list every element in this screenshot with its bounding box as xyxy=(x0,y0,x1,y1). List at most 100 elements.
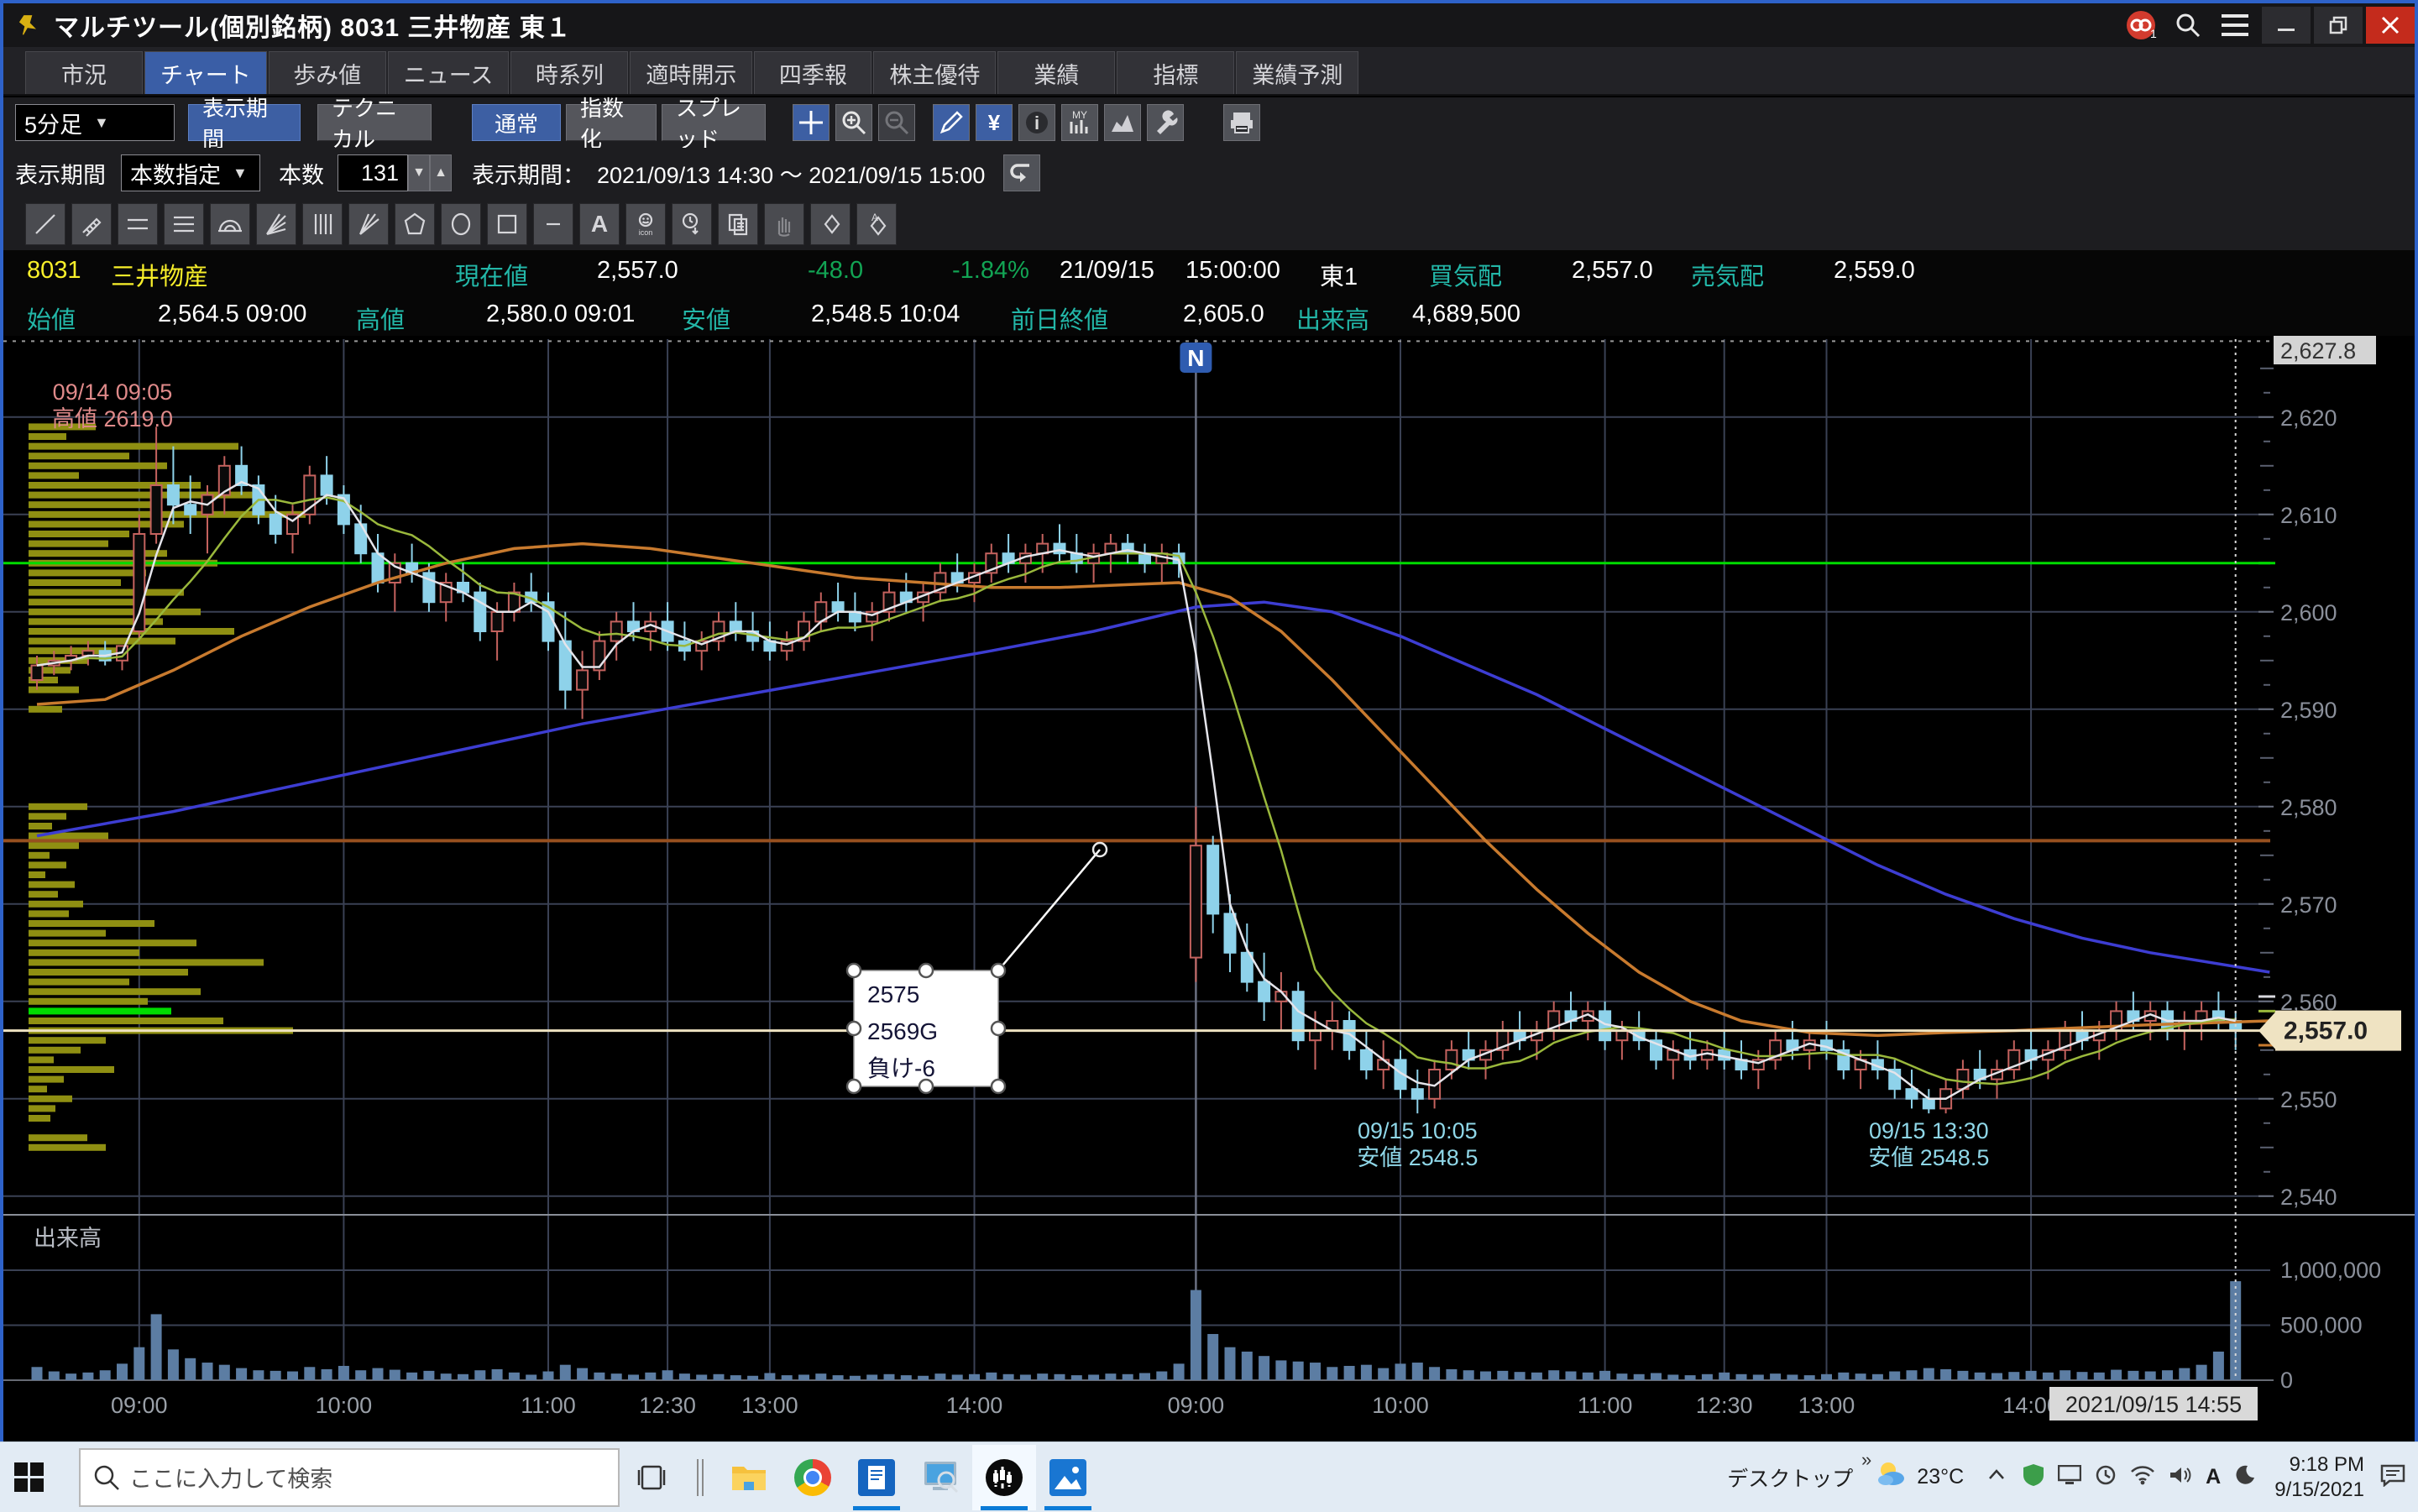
file-explorer-icon[interactable] xyxy=(717,1445,781,1510)
pentagon-icon[interactable] xyxy=(395,203,435,245)
trading-app-icon[interactable] xyxy=(972,1445,1036,1510)
svg-text:MY: MY xyxy=(1072,109,1087,121)
eraser-all-icon[interactable]: A xyxy=(856,203,897,245)
quote-date: 21/09/15 xyxy=(1060,257,1154,285)
count-increment-button[interactable]: ▲ xyxy=(430,154,452,191)
icon-stamp-icon[interactable]: icon xyxy=(625,203,666,245)
tab-業績予測[interactable]: 業績予測 xyxy=(1236,51,1358,94)
desktop-toolbar[interactable]: » デスクトップ xyxy=(1727,1462,1853,1493)
tab-適時開示[interactable]: 適時開示 xyxy=(630,51,752,94)
ellipse-icon[interactable] xyxy=(441,203,481,245)
task-view-icon[interactable] xyxy=(620,1445,683,1510)
two-hlines-icon[interactable] xyxy=(118,203,158,245)
print-icon[interactable] xyxy=(1223,104,1260,141)
yen-icon[interactable]: ¥ xyxy=(976,104,1013,141)
tab-ニュース[interactable]: ニュース xyxy=(388,51,510,94)
zoom-in-icon[interactable] xyxy=(835,104,872,141)
ma-line-long xyxy=(37,602,2269,972)
close-button[interactable] xyxy=(2366,7,2415,44)
three-hlines-icon[interactable] xyxy=(164,203,204,245)
tab-チャート[interactable]: チャート xyxy=(144,51,267,94)
copy-icon[interactable] xyxy=(718,203,758,245)
photos-app-icon[interactable] xyxy=(1036,1445,1100,1510)
interval-dropdown[interactable]: 5分足▼ xyxy=(15,104,175,141)
area-chart-icon[interactable] xyxy=(1104,104,1141,141)
fan-lines-icon[interactable] xyxy=(256,203,296,245)
hline-segment-icon[interactable] xyxy=(533,203,573,245)
volume-icon[interactable] xyxy=(2169,1465,2192,1489)
wifi-icon[interactable] xyxy=(2130,1465,2155,1489)
fibonacci-arc-icon[interactable] xyxy=(210,203,250,245)
temperature-label[interactable]: 23°C xyxy=(1917,1465,1964,1489)
restore-button[interactable] xyxy=(2314,7,2363,44)
sync-icon[interactable] xyxy=(2095,1464,2117,1490)
prev-close-price: 2,605.0 xyxy=(1183,301,1264,328)
chevron-down-icon: ▼ xyxy=(233,165,248,182)
svg-text:2,540: 2,540 xyxy=(2280,1185,2337,1210)
technical-button[interactable]: テクニカル xyxy=(317,104,432,141)
link-group-icon[interactable]: 1 xyxy=(2122,8,2159,42)
search-icon[interactable] xyxy=(2169,8,2206,42)
tab-市況[interactable]: 市況 xyxy=(25,51,143,94)
pitchfork-icon[interactable] xyxy=(348,203,389,245)
price-chart[interactable]: 2,6202,6102,6002,5902,5802,5702,5602,550… xyxy=(3,336,2415,1441)
wrench-icon[interactable] xyxy=(1147,104,1184,141)
tab-業績[interactable]: 業績 xyxy=(997,51,1115,94)
tab-歩み値[interactable]: 歩み値 xyxy=(269,51,386,94)
hidden-icons-chevron[interactable] xyxy=(1986,1464,2007,1490)
crayon-icon[interactable] xyxy=(71,203,112,245)
ma-line-fast xyxy=(37,482,2236,1099)
eraser-icon[interactable] xyxy=(810,203,850,245)
ime-mode-indicator[interactable]: A xyxy=(2206,1465,2221,1489)
active-indicator xyxy=(981,1506,1028,1510)
svg-text:14:00: 14:00 xyxy=(946,1393,1003,1418)
count-input[interactable]: 131 xyxy=(338,154,408,191)
crosshair-icon[interactable] xyxy=(793,104,830,141)
news-badge[interactable]: N xyxy=(1180,343,1212,373)
spread-button[interactable]: スプレッド xyxy=(662,104,766,141)
start-button[interactable] xyxy=(0,1445,59,1510)
minimize-button[interactable] xyxy=(2262,7,2311,44)
taskbar-search-input[interactable]: ここに入力して検索 xyxy=(79,1448,620,1507)
stock-name: 三井物産 xyxy=(111,257,208,292)
tab-指標[interactable]: 指標 xyxy=(1117,51,1234,94)
menu-icon[interactable] xyxy=(2216,8,2253,42)
shield-icon[interactable] xyxy=(2023,1463,2044,1491)
svg-text:2569G: 2569G xyxy=(867,1018,938,1044)
chart-area[interactable]: 2,6202,6102,6002,5902,5802,5702,5602,550… xyxy=(3,336,2415,1441)
rectangle-icon[interactable] xyxy=(487,203,527,245)
indexed-button[interactable]: 指数化 xyxy=(566,104,657,141)
chevron-double-icon[interactable]: » xyxy=(1861,1449,1871,1471)
vlines-icon[interactable] xyxy=(302,203,343,245)
svg-text:負け-6: 負け-6 xyxy=(867,1055,935,1081)
pencil-icon[interactable] xyxy=(933,104,970,141)
display-period-button[interactable]: 表示期間 xyxy=(188,104,301,141)
news-app-icon[interactable] xyxy=(845,1445,908,1510)
info-icon[interactable]: i xyxy=(1018,104,1055,141)
weather-icon[interactable] xyxy=(1875,1458,1908,1496)
my-chart-icon[interactable]: MY xyxy=(1061,104,1098,141)
notification-center-icon[interactable] xyxy=(2379,1463,2406,1491)
zoom-out-icon[interactable] xyxy=(878,104,915,141)
text-note-annotation[interactable]: 25752569G負け-6 xyxy=(847,843,1107,1093)
tab-時系列[interactable]: 時系列 xyxy=(510,51,628,94)
display-icon[interactable] xyxy=(2058,1465,2081,1489)
text-icon[interactable]: A xyxy=(579,203,620,245)
svg-text:2,580: 2,580 xyxy=(2280,795,2337,820)
tab-株主優待[interactable]: 株主優待 xyxy=(873,51,996,94)
time-arrow-icon[interactable] xyxy=(672,203,712,245)
tab-四季報[interactable]: 四季報 xyxy=(754,51,871,94)
chrome-icon[interactable] xyxy=(781,1445,845,1510)
range-value: 2021/09/13 14:30 ～ 2021/09/15 15:00 xyxy=(597,157,985,190)
count-mode-dropdown[interactable]: 本数指定▼ xyxy=(121,154,260,191)
moon-icon[interactable] xyxy=(2234,1464,2256,1490)
reset-period-icon[interactable] xyxy=(1003,154,1040,191)
trendline-icon[interactable] xyxy=(25,203,65,245)
period-label: 表示期間 xyxy=(15,157,106,190)
hand-icon[interactable] xyxy=(764,203,804,245)
count-decrement-button[interactable]: ▼ xyxy=(408,154,430,191)
taskbar-clock[interactable]: 9:18 PM 9/15/2021 xyxy=(2274,1452,2364,1503)
remote-viewer-icon[interactable] xyxy=(908,1445,972,1510)
normal-button[interactable]: 通常 xyxy=(472,104,561,141)
high-annotation: 09/14 09:05高値 2619.0 xyxy=(52,379,173,432)
